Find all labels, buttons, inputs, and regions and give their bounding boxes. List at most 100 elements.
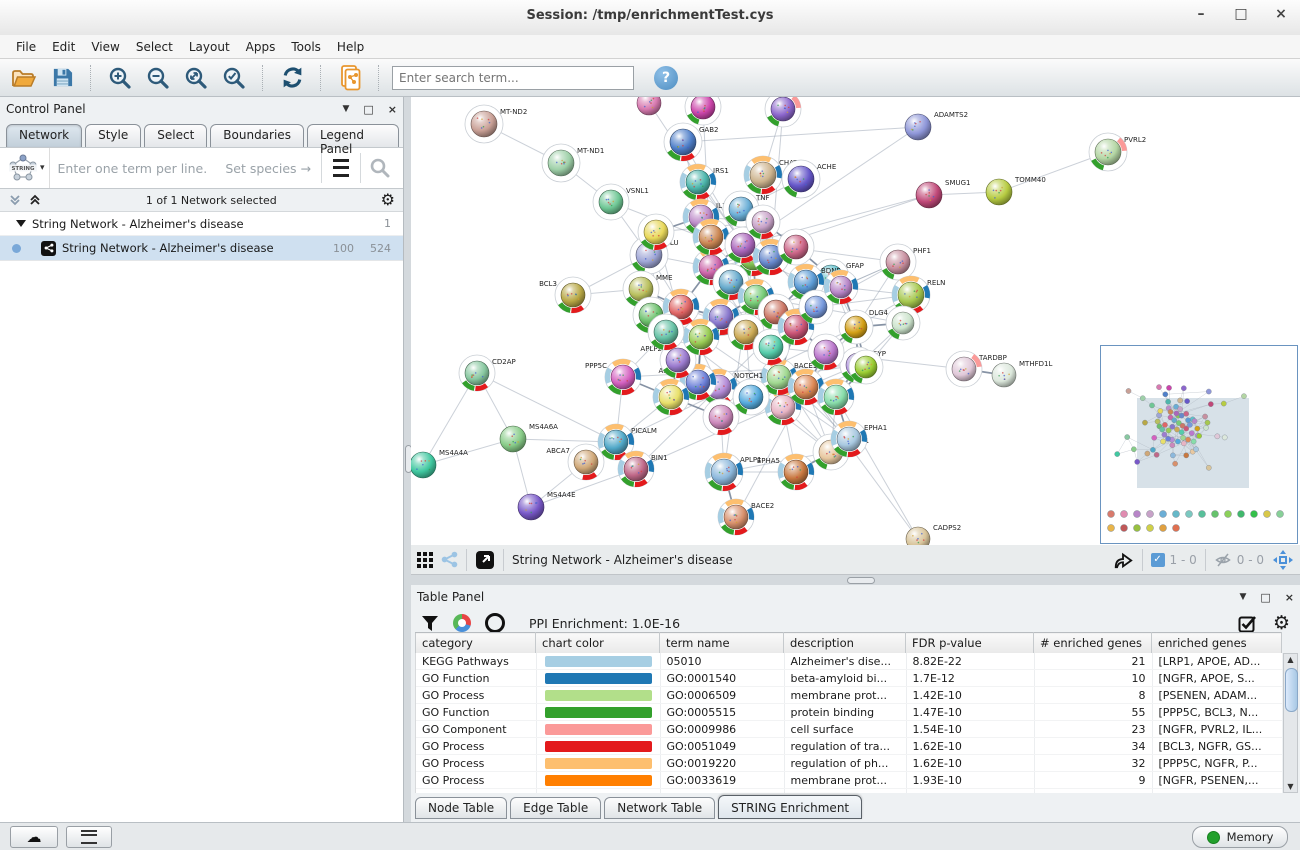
tab-boundaries[interactable]: Boundaries xyxy=(210,124,304,147)
import-network-button[interactable] xyxy=(334,63,366,93)
filter-icon[interactable] xyxy=(421,615,439,632)
network-node[interactable] xyxy=(808,334,844,370)
splitter-grip[interactable] xyxy=(847,577,875,584)
network-node[interactable] xyxy=(685,97,721,125)
tree-expand-icon[interactable] xyxy=(16,220,26,227)
zoom-fit-button[interactable] xyxy=(180,63,212,93)
network-node[interactable] xyxy=(648,314,684,350)
network-node-abca7[interactable]: ABCA7 xyxy=(546,444,604,480)
network-node-gab2[interactable]: GAB2 xyxy=(664,123,718,161)
panel-close-icon[interactable]: × xyxy=(1285,591,1294,604)
tab-edge-table[interactable]: Edge Table xyxy=(510,797,601,819)
network-node[interactable] xyxy=(824,270,858,304)
column-header-fdr-p-value[interactable]: FDR p-value xyxy=(906,633,1034,654)
close-button[interactable]: × xyxy=(1272,6,1290,22)
network-node-mt-nd2[interactable]: MT-ND2 xyxy=(465,105,527,143)
panel-close-icon[interactable]: × xyxy=(388,103,397,116)
table-row[interactable]: GO ProcessGO:0033619membrane prot...1.93… xyxy=(416,772,1282,789)
network-node-tomm40[interactable]: TOMM40 xyxy=(986,176,1046,205)
menu-help[interactable]: Help xyxy=(329,37,372,57)
menu-edit[interactable]: Edit xyxy=(44,37,83,57)
network-node[interactable] xyxy=(653,379,689,415)
refresh-button[interactable] xyxy=(276,63,308,93)
column-header-chart-color[interactable]: chart color xyxy=(536,633,660,654)
column-header-category[interactable]: category xyxy=(416,633,536,654)
panel-undock-icon[interactable]: □ xyxy=(363,103,373,116)
minimize-button[interactable]: – xyxy=(1192,6,1210,22)
horizontal-splitter[interactable] xyxy=(411,575,1300,585)
zoom-in-button[interactable] xyxy=(104,63,136,93)
network-node[interactable] xyxy=(849,350,883,384)
network-node-mt-nd1[interactable]: MT-ND1 xyxy=(542,144,604,182)
share-network-icon[interactable] xyxy=(441,551,458,568)
network-collection-row[interactable]: String Network - Alzheimer's disease 1 xyxy=(0,212,403,236)
network-node-ache[interactable]: ACHE xyxy=(782,160,836,198)
string-search-button[interactable] xyxy=(361,148,399,188)
zoom-selected-button[interactable] xyxy=(218,63,250,93)
maximize-button[interactable]: □ xyxy=(1232,6,1250,22)
column-header--enriched-genes[interactable]: # enriched genes xyxy=(1034,633,1152,654)
table-row[interactable]: GO ProcessGO:0006509membrane prot...1.42… xyxy=(416,687,1282,704)
panel-float-icon[interactable]: ▼ xyxy=(1239,592,1246,602)
network-node-ms4a4a[interactable]: MS4A4A xyxy=(411,449,468,478)
collapse-all-icon[interactable] xyxy=(8,193,22,207)
table-row[interactable]: GO ProcessGO:0050435beta-amyloid m...2.0… xyxy=(416,789,1282,794)
menu-select[interactable]: Select xyxy=(128,37,181,57)
string-database-selector[interactable]: STRING ▾ xyxy=(4,148,50,188)
column-header-description[interactable]: description xyxy=(784,633,906,654)
network-node[interactable] xyxy=(637,97,661,115)
network-node[interactable] xyxy=(638,214,674,250)
vertical-splitter[interactable] xyxy=(404,97,411,822)
table-row[interactable]: GO FunctionGO:0005515protein binding1.47… xyxy=(416,704,1282,721)
network-node-bin1[interactable]: BIN1 xyxy=(618,451,668,487)
column-header-term-name[interactable]: term name xyxy=(660,633,784,654)
network-node[interactable] xyxy=(818,379,854,415)
birds-eye-view[interactable] xyxy=(1100,345,1298,544)
search-input[interactable] xyxy=(392,66,634,90)
network-node-ppp5c[interactable]: PPP5C xyxy=(585,359,641,395)
menu-layout[interactable]: Layout xyxy=(181,37,238,57)
table-row[interactable]: GO ComponentGO:0009986cell surface1.54E-… xyxy=(416,721,1282,738)
panel-float-icon[interactable]: ▼ xyxy=(342,104,349,114)
table-row[interactable]: GO ProcessGO:0019220regulation of ph...1… xyxy=(416,755,1282,772)
birds-eye-toggle-icon[interactable] xyxy=(1272,549,1294,571)
network-node-bcl3[interactable]: BCL3 xyxy=(539,277,591,313)
task-list-button[interactable] xyxy=(66,826,112,848)
cloud-button[interactable]: ☁ xyxy=(10,826,58,848)
network-node-adamts2[interactable]: ADAMTS2 xyxy=(905,111,968,140)
network-node-epha1[interactable]: EPHA1 xyxy=(831,421,887,457)
network-node-mthfd1l[interactable]: MTHFD1L xyxy=(992,360,1052,387)
string-query-input[interactable] xyxy=(50,161,226,176)
column-header-enriched-genes[interactable]: enriched genes xyxy=(1152,633,1282,654)
tab-legend-panel[interactable]: Legend Panel xyxy=(307,124,399,147)
network-node-ms4a4e[interactable]: MS4A4E xyxy=(518,491,576,520)
network-node-cadps2[interactable]: CADPS2 xyxy=(906,524,961,545)
table-row[interactable]: KEGG Pathways05010Alzheimer's dise...8.8… xyxy=(416,653,1282,670)
network-node-bace2[interactable]: BACE2 xyxy=(718,499,774,535)
network-row-selected[interactable]: String Network - Alzheimer's disease 100… xyxy=(0,236,403,260)
tab-string-enrichment[interactable]: STRING Enrichment xyxy=(718,795,862,819)
open-session-button[interactable] xyxy=(8,63,40,93)
network-node[interactable] xyxy=(839,310,873,344)
network-node[interactable] xyxy=(683,319,719,355)
menu-apps[interactable]: Apps xyxy=(238,37,284,57)
scroll-down-icon[interactable]: ▼ xyxy=(1284,782,1297,791)
network-node[interactable] xyxy=(693,219,729,255)
network-node-phf1[interactable]: PHF1 xyxy=(880,244,931,280)
help-button[interactable]: ? xyxy=(654,66,678,90)
tab-node-table[interactable]: Node Table xyxy=(415,797,507,819)
scrollbar-thumb[interactable] xyxy=(1285,668,1298,712)
tab-select[interactable]: Select xyxy=(144,124,207,147)
selected-checkbox-icon[interactable]: ✓ xyxy=(1151,553,1165,567)
network-node[interactable] xyxy=(703,399,739,435)
expand-all-icon[interactable] xyxy=(28,193,42,207)
export-network-icon[interactable] xyxy=(1112,550,1134,570)
menu-view[interactable]: View xyxy=(83,37,127,57)
ring-chart-icon[interactable] xyxy=(485,613,505,633)
network-node-irs1[interactable]: IRS1 xyxy=(680,164,729,200)
network-node[interactable] xyxy=(733,379,769,415)
menu-tools[interactable]: Tools xyxy=(283,37,329,57)
table-row[interactable]: GO ProcessGO:0051049regulation of tra...… xyxy=(416,738,1282,755)
tab-network-table[interactable]: Network Table xyxy=(604,797,715,819)
tab-network[interactable]: Network xyxy=(6,124,82,147)
